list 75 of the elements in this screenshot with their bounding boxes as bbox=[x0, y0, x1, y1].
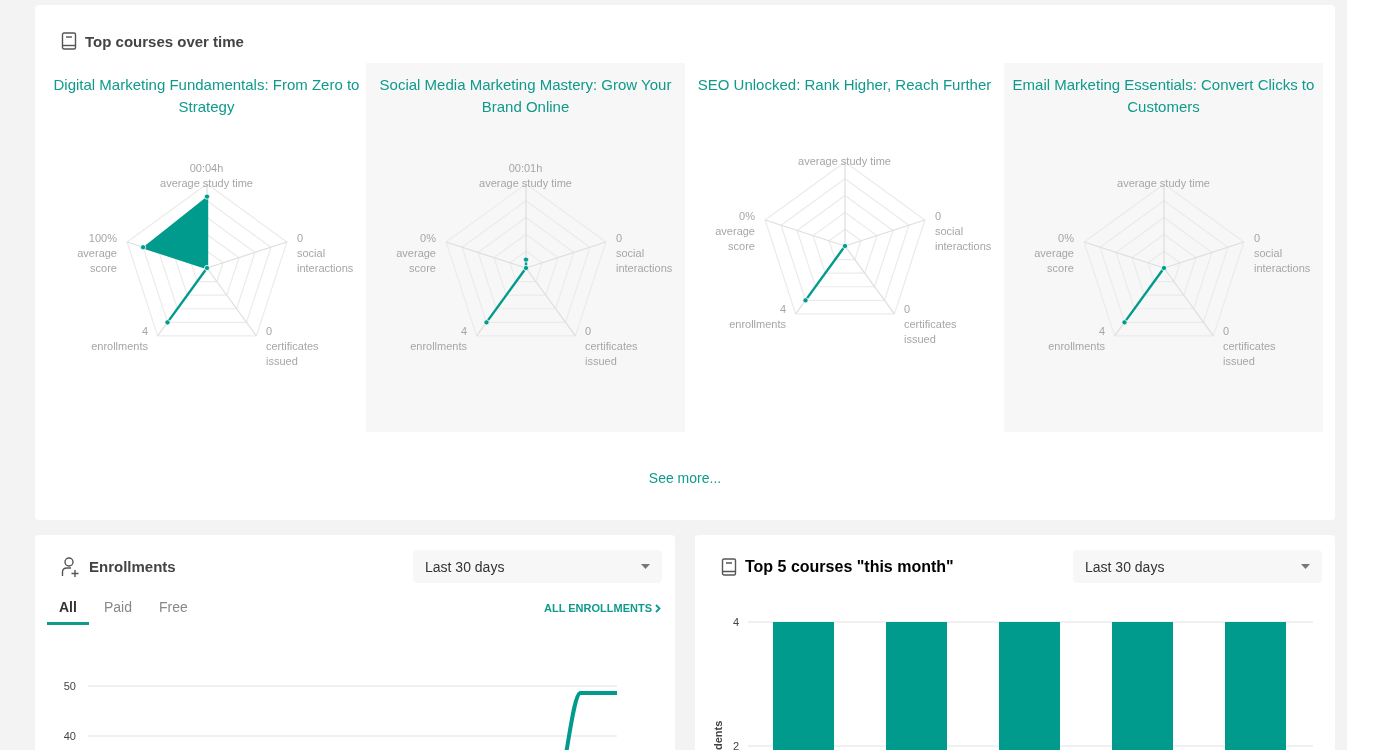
axis-label: average score bbox=[395, 246, 436, 276]
y-tick-label: 50 bbox=[63, 680, 76, 692]
axis-value: 0 bbox=[935, 209, 943, 224]
axis-label: social interactions bbox=[297, 246, 355, 276]
axis-value: 0% bbox=[738, 209, 755, 224]
axis-value: 0% bbox=[1057, 231, 1074, 246]
data-point bbox=[523, 265, 529, 271]
axis-label: enrollments bbox=[728, 317, 786, 332]
data-point bbox=[140, 244, 147, 251]
axis-value: 0 bbox=[1254, 231, 1262, 246]
y-tick-label: 4 bbox=[732, 616, 739, 628]
axis-value: 00:01h bbox=[507, 161, 544, 176]
axis-label: average study time bbox=[159, 176, 254, 191]
caret-icon bbox=[641, 564, 650, 569]
book-icon bbox=[61, 32, 77, 50]
axis-value: 00:04h bbox=[188, 161, 225, 176]
y-tick-label: 2 bbox=[732, 740, 739, 750]
filter-tab[interactable]: All bbox=[47, 597, 89, 625]
axis-label: enrollments bbox=[1047, 339, 1105, 354]
axis-label: social interactions bbox=[1254, 246, 1312, 276]
data-point bbox=[802, 297, 809, 304]
axis-value: 4 bbox=[778, 302, 786, 317]
data-point bbox=[842, 243, 848, 249]
axis-label: certificates issued bbox=[904, 317, 958, 347]
user-add-icon bbox=[61, 555, 81, 578]
axis-label: average score bbox=[76, 246, 117, 276]
axis-value: 0 bbox=[904, 302, 912, 317]
y-axis-label: dents bbox=[712, 720, 724, 750]
course-link[interactable]: Social Media Marketing Mastery: Grow Your Brand Online bbox=[366, 74, 685, 118]
axis-label: average study time bbox=[478, 176, 573, 191]
axis-label: average score bbox=[714, 224, 755, 254]
axis-label: certificates issued bbox=[1223, 339, 1277, 369]
axis-value: 4 bbox=[459, 324, 467, 339]
course-link[interactable]: Digital Marketing Fundamentals: From Zero to Strategy bbox=[47, 74, 366, 118]
period-dropdown[interactable]: Last 30 days bbox=[1073, 550, 1322, 583]
data-point bbox=[204, 193, 210, 200]
axis-value: 0 bbox=[297, 231, 305, 246]
y-tick-label: 40 bbox=[63, 730, 76, 742]
filter-tab[interactable]: Free bbox=[146, 597, 200, 625]
data-point bbox=[523, 256, 529, 263]
axis-label: average score bbox=[1033, 246, 1074, 276]
line-series bbox=[563, 691, 617, 750]
axis-label: enrollments bbox=[409, 339, 467, 354]
section-title: Top courses over time bbox=[85, 32, 244, 50]
axis-value: 0 bbox=[585, 324, 593, 339]
data-point bbox=[1121, 319, 1128, 326]
axis-value: 4 bbox=[140, 324, 148, 339]
axis-value: 0 bbox=[616, 231, 624, 246]
see-more-link[interactable]: See more... bbox=[648, 468, 722, 488]
axis-label: social interactions bbox=[616, 246, 674, 276]
filter-tab[interactable]: Paid bbox=[91, 597, 144, 625]
axis-value: 100% bbox=[87, 231, 117, 246]
period-dropdown[interactable]: Last 30 days bbox=[413, 550, 662, 583]
course-link[interactable]: Email Marketing Essentials: Convert Clicks to Customers bbox=[1004, 74, 1323, 118]
chevron-icon bbox=[655, 603, 661, 613]
axis-label: certificates issued bbox=[585, 339, 639, 369]
data-point bbox=[164, 319, 171, 326]
all-enrollments-link[interactable]: ALL ENROLLMENTS bbox=[544, 602, 661, 614]
book-icon bbox=[721, 557, 737, 576]
data-point bbox=[1161, 265, 1167, 271]
axis-label: certificates issued bbox=[266, 339, 320, 369]
axis-value: 0 bbox=[266, 324, 274, 339]
card-title: Top 5 courses "this month" bbox=[745, 557, 954, 576]
axis-value: 4 bbox=[1097, 324, 1105, 339]
axis-label: average study time bbox=[797, 154, 892, 169]
axis-label: social interactions bbox=[935, 224, 993, 254]
axis-label: enrollments bbox=[90, 339, 148, 354]
course-link[interactable]: SEO Unlocked: Rank Higher, Reach Further bbox=[685, 74, 1004, 96]
axis-value: 0 bbox=[1223, 324, 1231, 339]
card-title: Enrollments bbox=[89, 558, 176, 575]
data-point bbox=[204, 265, 210, 271]
data-point bbox=[483, 319, 490, 326]
axis-value: 0% bbox=[419, 231, 436, 246]
axis-label: average study time bbox=[1116, 176, 1211, 191]
caret-icon bbox=[1301, 564, 1310, 569]
